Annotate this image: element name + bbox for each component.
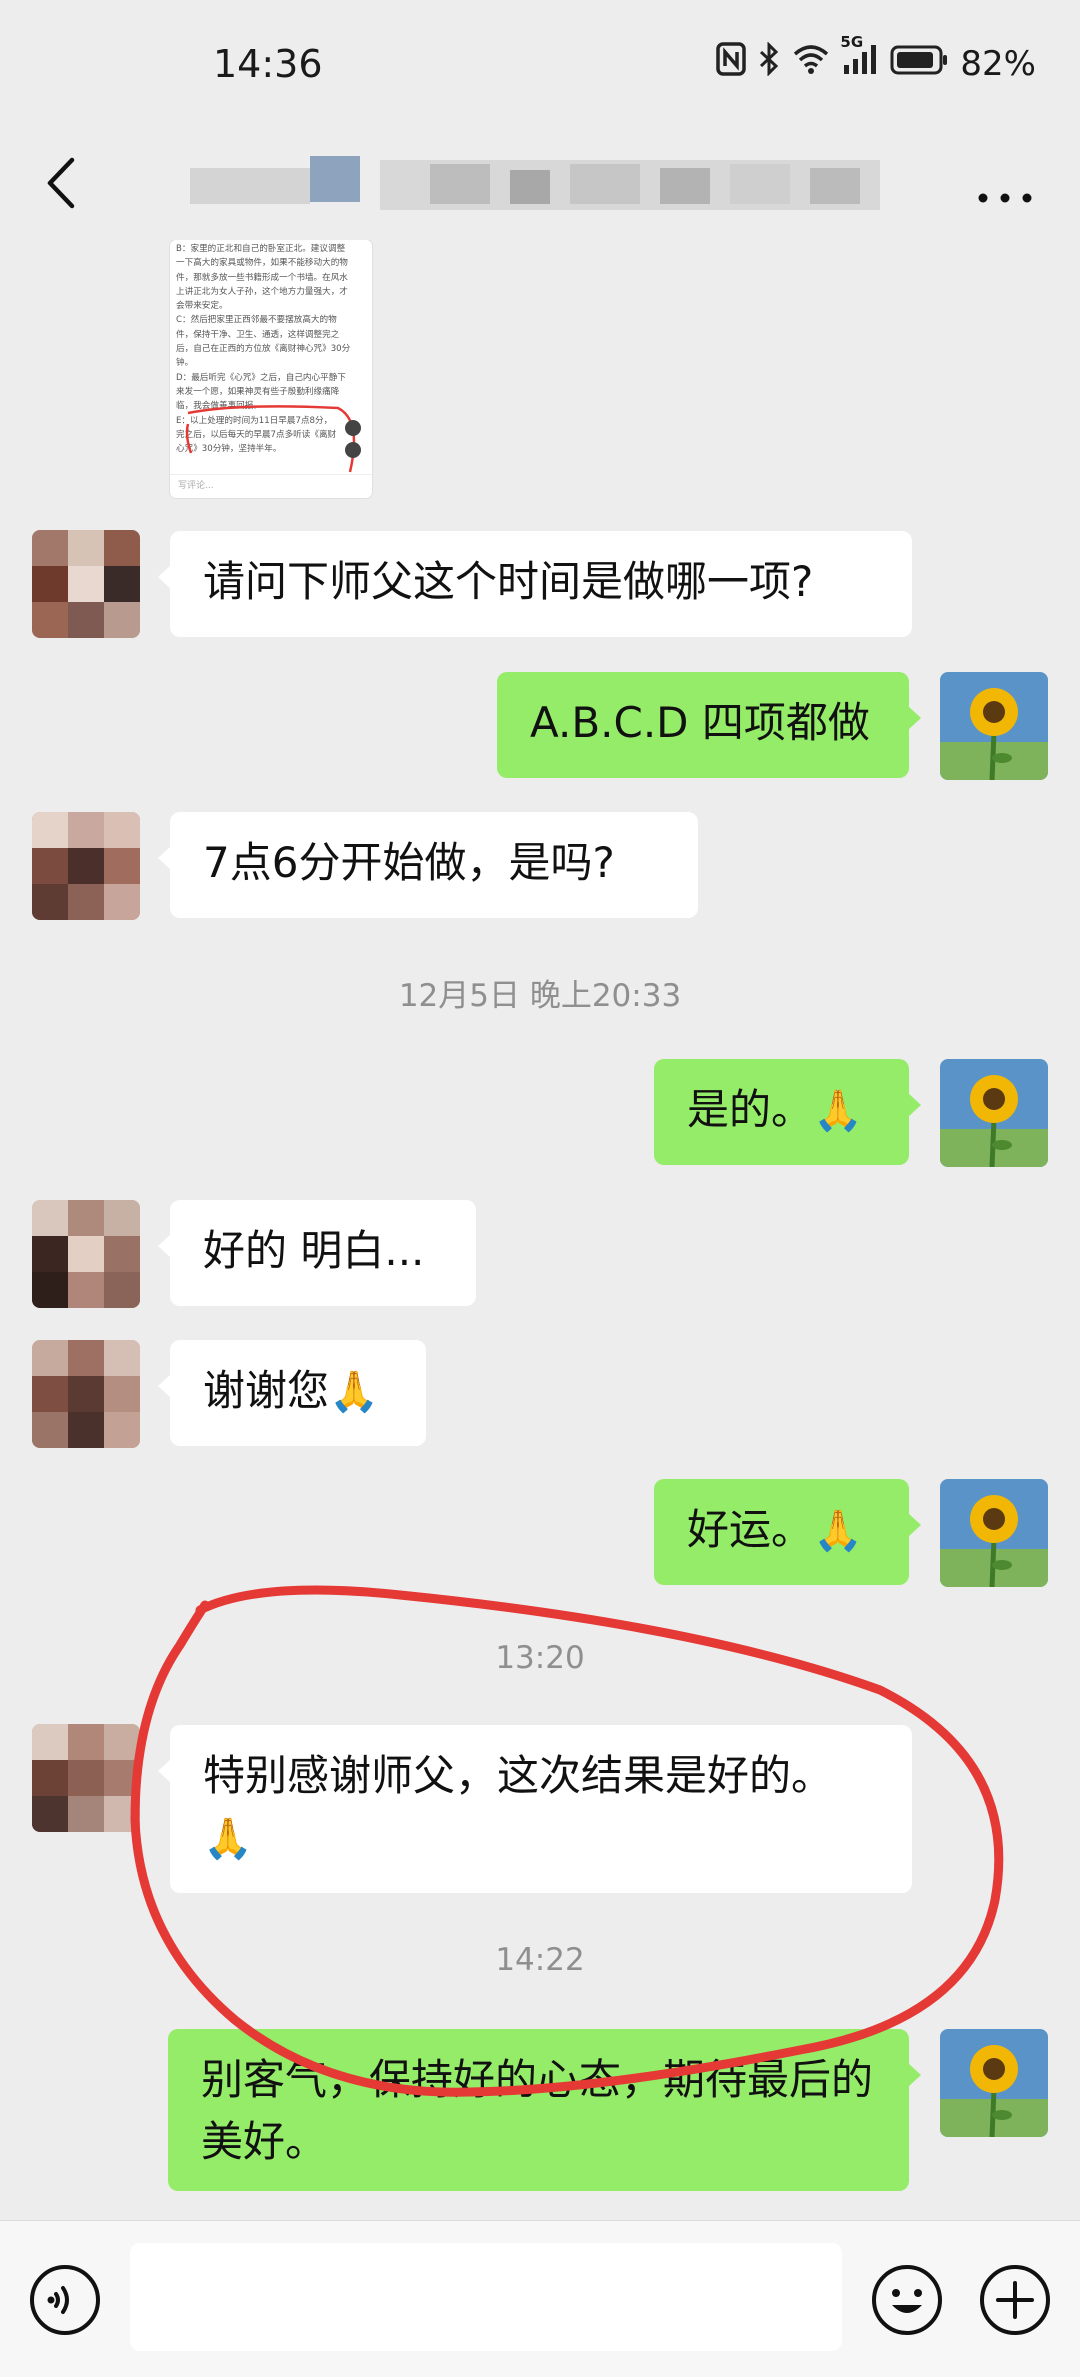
self-avatar[interactable]	[940, 2029, 1048, 2137]
more-dots-icon	[978, 193, 1032, 203]
pray-emoji: 🙏	[813, 1088, 863, 1134]
avatar[interactable]	[32, 1200, 140, 1308]
back-button[interactable]	[30, 148, 100, 218]
avatar[interactable]	[32, 812, 140, 920]
message-bubble-sent[interactable]: 是的。🙏	[654, 1059, 921, 1165]
message-bubble-sent[interactable]: A.B.C.D 四项都做	[497, 672, 921, 778]
pray-emoji: 🙏	[813, 1508, 863, 1554]
chat-messages[interactable]: B：家里的正北和自己的卧室正北。建议调整 一下高大的家具或物件，如果不能移动大的…	[0, 240, 1080, 2220]
contact-name-blurred	[190, 150, 880, 220]
battery-percent: 82%	[960, 43, 1036, 84]
avatar[interactable]	[32, 1724, 140, 1832]
message-bubble-received[interactable]: 请问下师父这个时间是做哪一项?	[158, 531, 912, 637]
add-button[interactable]	[978, 2263, 1052, 2337]
emoji-button[interactable]	[870, 2263, 944, 2337]
timestamp: 12月5日 晚上20:33	[398, 978, 682, 1014]
nfc-icon	[716, 42, 747, 85]
status-icons: 5G 82%	[716, 33, 1036, 85]
message-bubble-received[interactable]: 7点6分开始做，是吗?	[158, 812, 698, 918]
self-avatar[interactable]	[940, 1059, 1048, 1167]
avatar[interactable]	[32, 1340, 140, 1448]
chevron-left-icon	[47, 157, 75, 209]
voice-button[interactable]	[28, 2263, 102, 2337]
message-bubble-received[interactable]: 特别感谢师父，这次结果是好的。 🙏	[158, 1725, 912, 1893]
self-avatar[interactable]	[940, 672, 1048, 780]
chat-header	[0, 130, 1080, 240]
pray-emoji: 🙏	[203, 1816, 253, 1862]
emoji-icon	[872, 2265, 942, 2335]
plus-circle-icon	[980, 2265, 1050, 2335]
message-input[interactable]	[130, 2243, 842, 2351]
self-avatar[interactable]	[940, 1479, 1048, 1587]
status-bar: 14:36 5G 82%	[0, 0, 1080, 130]
message-bubble-received[interactable]: 谢谢您🙏	[158, 1340, 426, 1446]
network-type: 5G	[840, 33, 864, 51]
message-bubble-sent[interactable]: 别客气，保持好的心态，期待最后的美好。	[168, 2029, 921, 2191]
message-bubble-received[interactable]: 好的 明白...	[158, 1200, 476, 1306]
signal-icon: 5G	[840, 33, 878, 84]
voice-icon	[30, 2265, 100, 2335]
message-bubble-sent[interactable]: 好运。🙏	[654, 1479, 921, 1585]
status-time: 14:36	[213, 42, 323, 86]
pray-emoji: 🙏	[329, 1369, 379, 1415]
image-message[interactable]: B：家里的正北和自己的卧室正北。建议调整 一下高大的家具或物件，如果不能移动大的…	[170, 240, 372, 498]
image-annotation	[185, 405, 361, 473]
bluetooth-icon	[758, 41, 780, 85]
more-button[interactable]	[965, 150, 1045, 220]
timestamp: 13:20	[495, 1640, 585, 1676]
wifi-icon	[792, 43, 830, 84]
image-footer: 写评论...	[170, 474, 372, 498]
input-bar	[0, 2220, 1080, 2377]
avatar[interactable]	[32, 530, 140, 638]
battery-icon	[890, 44, 948, 84]
timestamp: 14:22	[495, 1942, 585, 1978]
